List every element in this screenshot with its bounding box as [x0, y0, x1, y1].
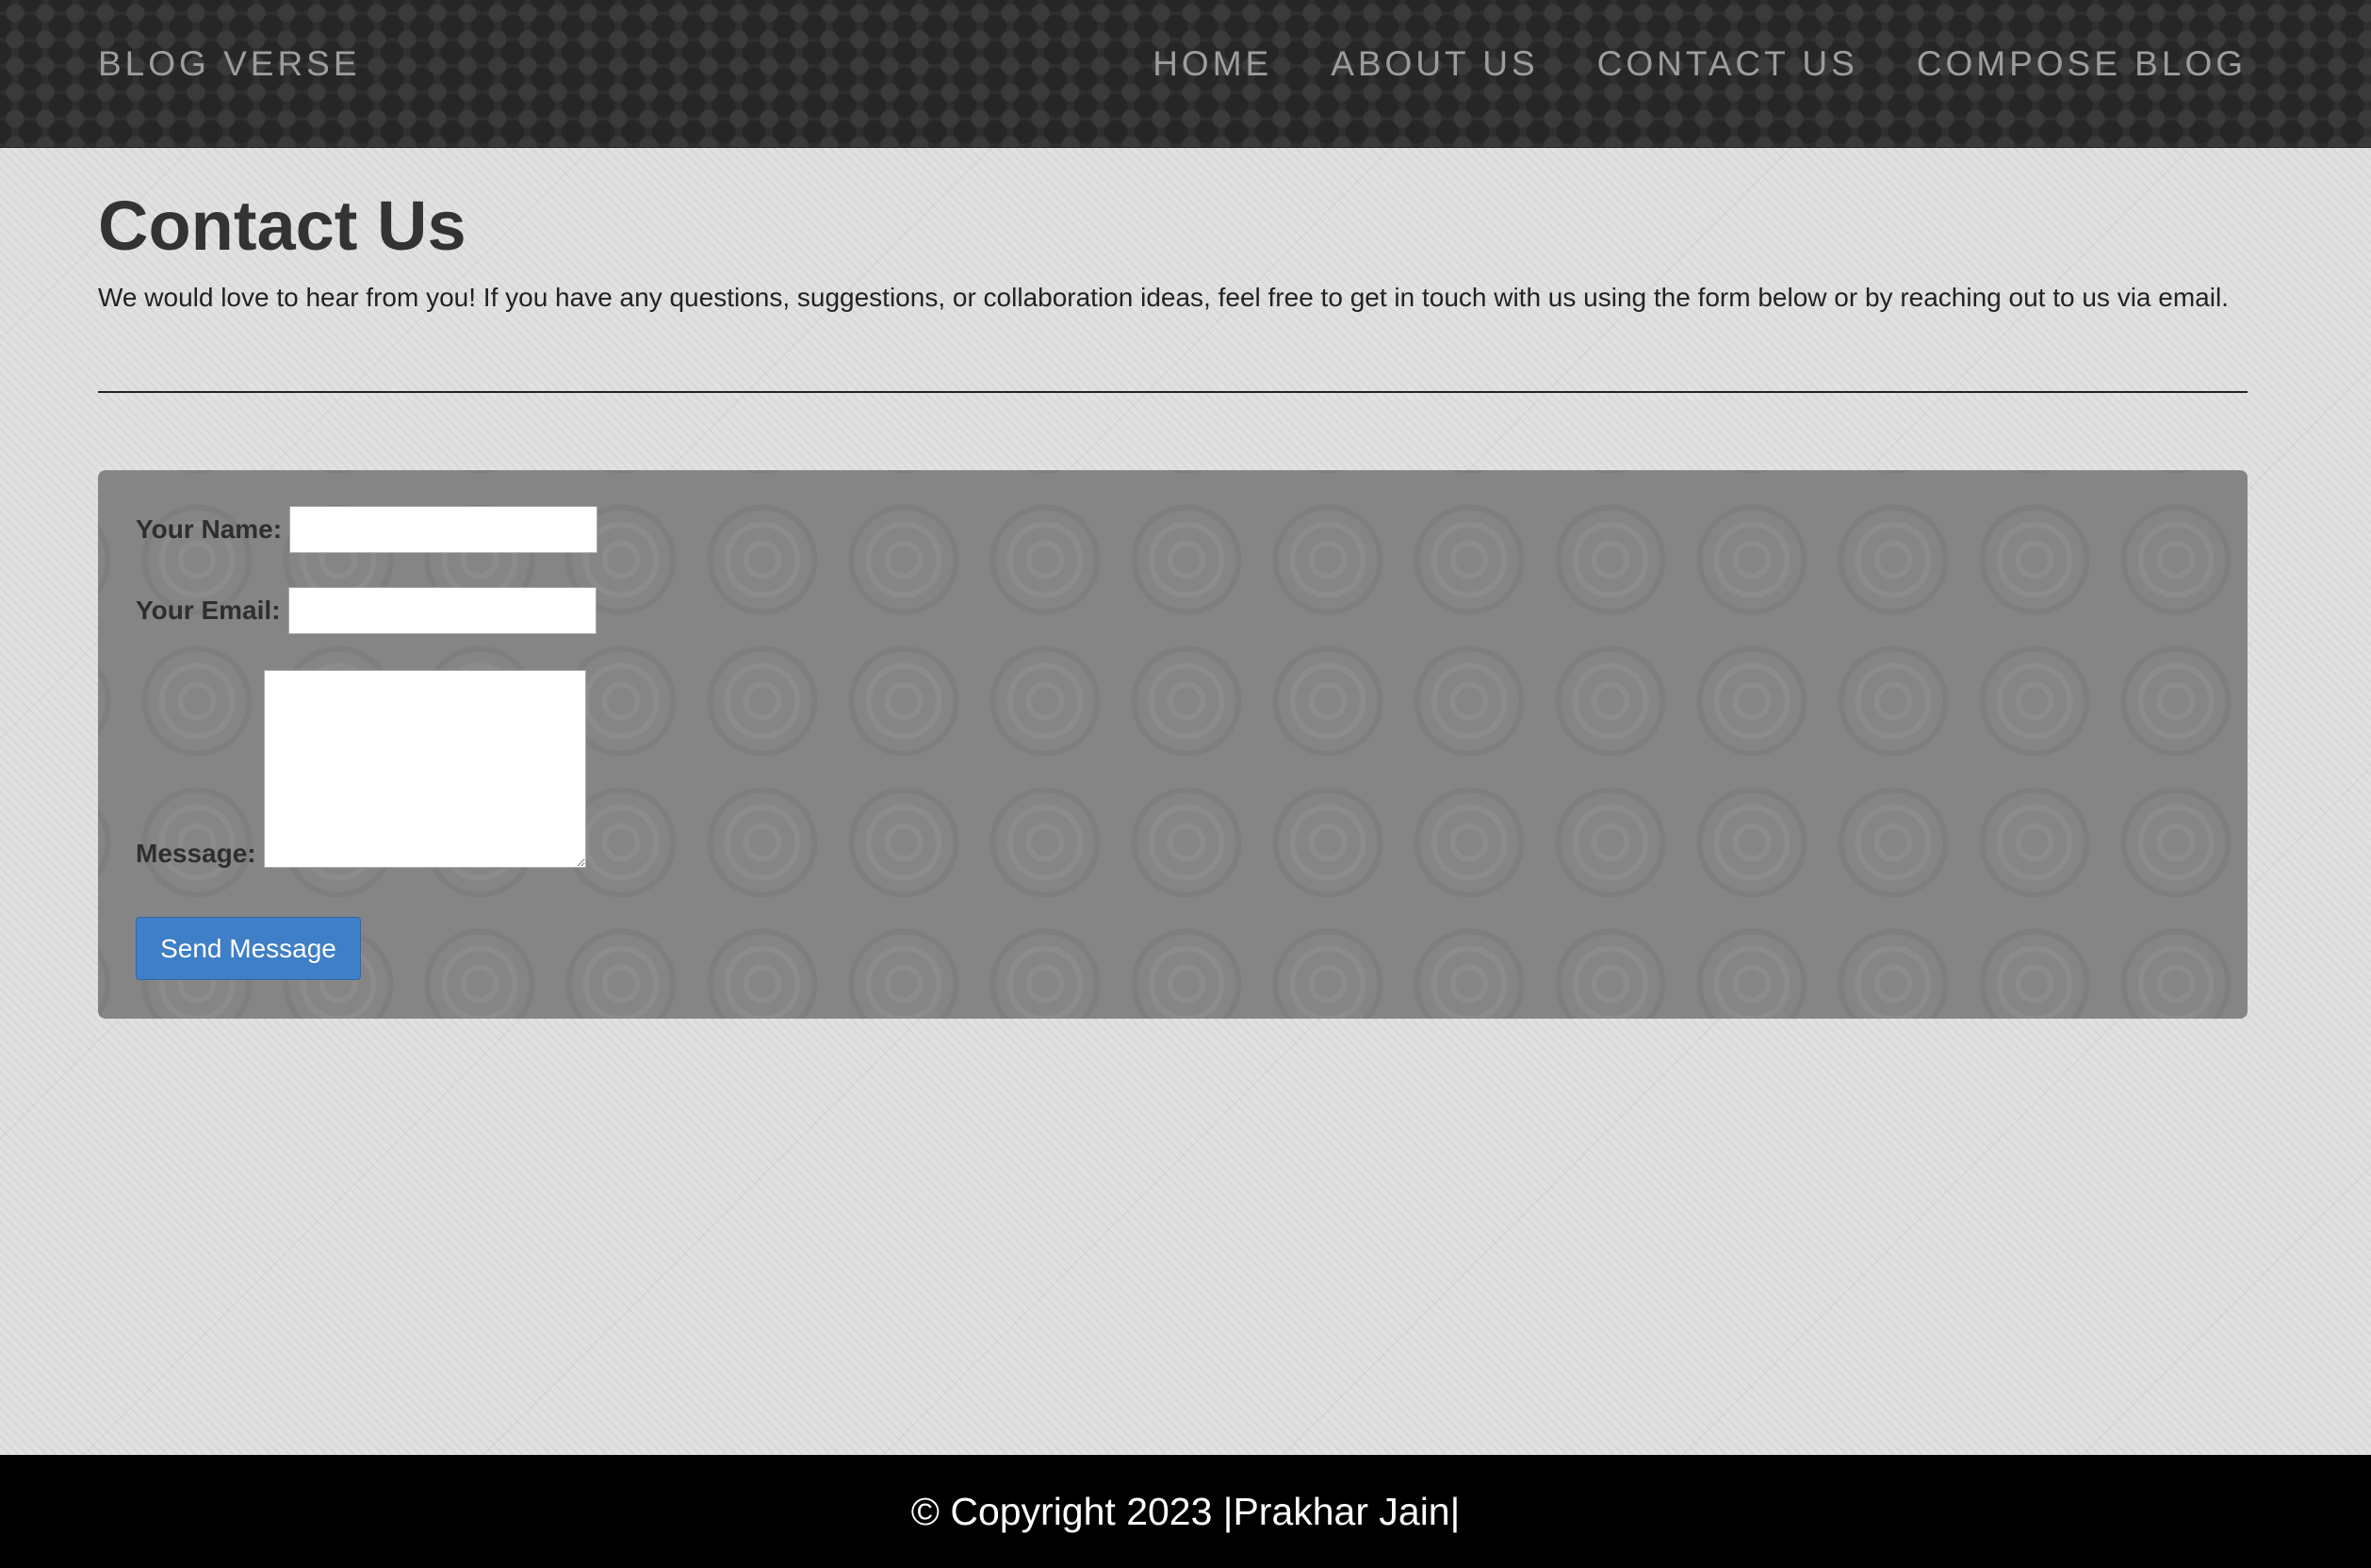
send-message-button[interactable]: Send Message [136, 917, 361, 980]
copyright-text: © Copyright 2023 |Prakhar Jain| [910, 1490, 1461, 1533]
top-navbar: BLOG VERSE HOME ABOUT US CONTACT US COMP… [0, 0, 2371, 148]
message-field-row: Message: [136, 670, 586, 868]
name-label: Your Name: [136, 514, 283, 544]
page-title: Contact Us [98, 187, 466, 265]
nav-about-link[interactable]: ABOUT US [1331, 43, 1538, 85]
name-input[interactable] [289, 506, 598, 553]
name-field-row: Your Name: [136, 506, 598, 553]
message-label: Message: [136, 839, 256, 868]
email-label: Your Email: [136, 596, 281, 625]
section-divider [98, 391, 2248, 393]
email-field-row: Your Email: [136, 587, 597, 634]
contact-form: Your Name: Your Email: Message: Send Mes… [98, 470, 2248, 1019]
nav-home-link[interactable]: HOME [1153, 43, 1272, 85]
nav-contact-link[interactable]: CONTACT US [1597, 43, 1858, 85]
page-footer: © Copyright 2023 |Prakhar Jain| [0, 1455, 2371, 1568]
main-content: Contact Us We would love to hear from yo… [98, 179, 2248, 393]
brand-logo-link[interactable]: BLOG VERSE [98, 43, 361, 85]
intro-text: We would love to hear from you! If you h… [98, 283, 2229, 312]
message-textarea[interactable] [263, 670, 586, 868]
email-input[interactable] [287, 587, 597, 634]
nav-links: HOME ABOUT US CONTACT US COMPOSE BLOG [1153, 43, 2247, 85]
nav-compose-link[interactable]: COMPOSE BLOG [1917, 43, 2247, 85]
